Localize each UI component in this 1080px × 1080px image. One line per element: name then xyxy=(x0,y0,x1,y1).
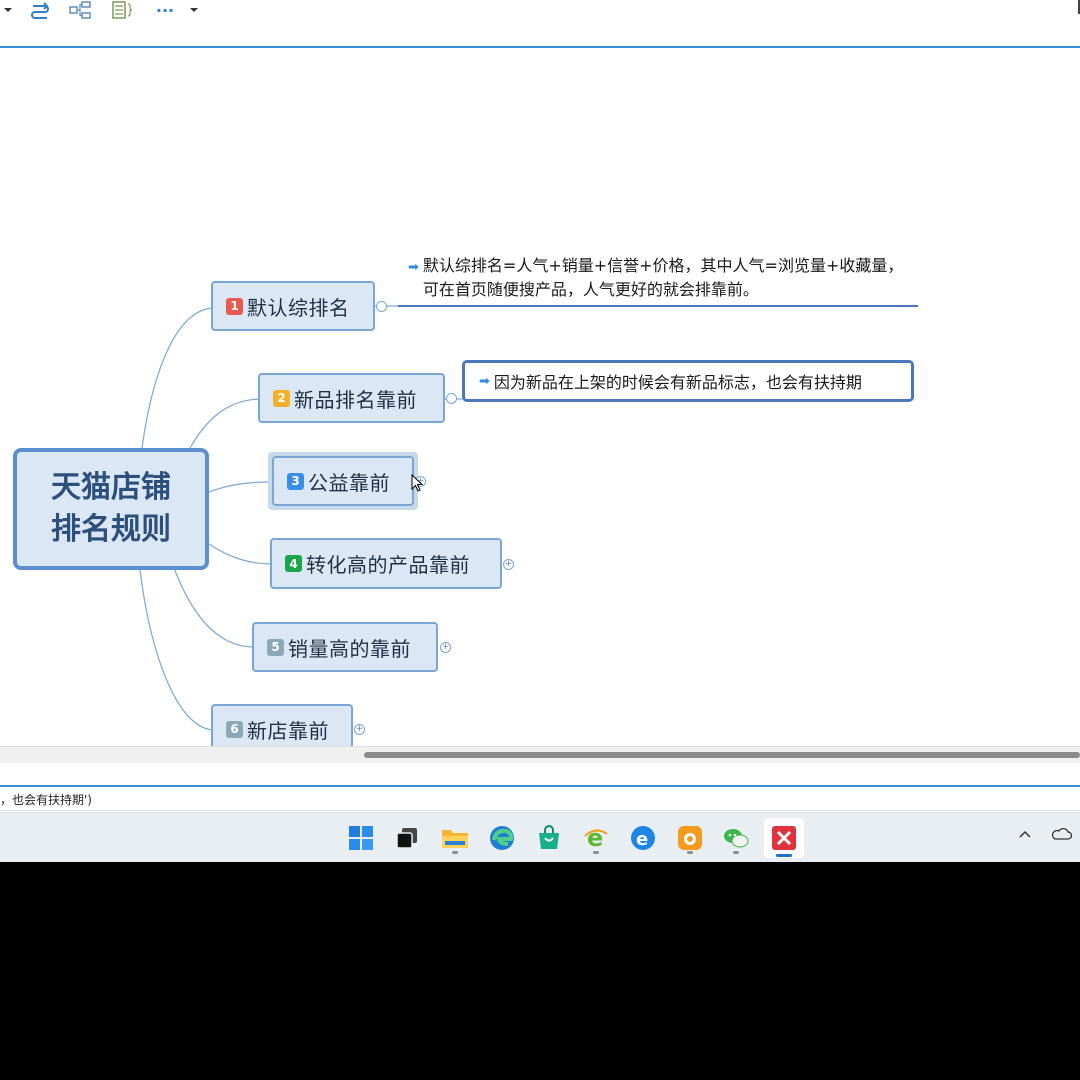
relationship-icon[interactable] xyxy=(28,0,52,20)
priority-2-marker-icon: 2 xyxy=(273,389,290,407)
subtopic-note-1[interactable]: ➡ 默认综排名=人气+销量+信誉+价格，其中人气=浏览量+收藏量，可在首页随便搜… xyxy=(408,254,914,302)
task-view-icon[interactable] xyxy=(390,821,424,855)
svg-text:e: e xyxy=(636,829,648,850)
collapse-toggle-icon[interactable] xyxy=(376,301,387,312)
arrow-right-icon: ➡ xyxy=(408,260,419,275)
collapse-toggle-icon[interactable] xyxy=(446,393,457,404)
ie-blue-icon[interactable]: e xyxy=(626,821,660,855)
branch-topic-5[interactable]: 5 销量高的靠前 xyxy=(252,622,438,672)
outline-icon[interactable] xyxy=(110,0,134,20)
onedrive-icon[interactable] xyxy=(1050,827,1073,845)
panel-strip xyxy=(0,763,1080,787)
active-indicator xyxy=(776,854,792,857)
windows-start-icon[interactable] xyxy=(344,821,378,855)
arrow-right-icon: ➡ xyxy=(479,373,490,389)
svg-text:e: e xyxy=(587,824,603,852)
branch-topic-label: 新店靠前 xyxy=(247,718,329,743)
file-explorer-icon[interactable] xyxy=(438,821,472,855)
branch-topic-2[interactable]: 2 新品排名靠前 xyxy=(258,373,445,423)
dropdown-caret-icon[interactable] xyxy=(2,0,14,20)
structure-icon[interactable] xyxy=(68,0,92,20)
more-icon[interactable]: ··· xyxy=(152,0,178,20)
branch-topic-4[interactable]: 4 转化高的产品靠前 xyxy=(270,538,502,589)
running-indicator xyxy=(452,851,458,854)
screen: ··· 天猫店铺排名规则 1 默认综排名 2 新品排名靠前 3 公益靠前 + 4… xyxy=(0,0,1080,862)
chevron-up-icon[interactable] xyxy=(1018,827,1032,843)
wechat-icon[interactable] xyxy=(719,821,753,855)
ie-green-icon[interactable]: e xyxy=(579,821,613,855)
expand-toggle-icon[interactable]: + xyxy=(354,724,365,735)
branch-topic-label: 转化高的产品靠前 xyxy=(306,553,470,577)
branch-topic-3[interactable]: 3 公益靠前 xyxy=(272,456,414,506)
branch-topic-label: 公益靠前 xyxy=(308,470,390,495)
connector-5 xyxy=(173,567,255,648)
connector-3 xyxy=(208,481,273,493)
expand-toggle-icon[interactable]: + xyxy=(440,642,451,653)
status-bar: ，也会有扶持期') xyxy=(0,789,1080,811)
expand-toggle-icon[interactable]: + xyxy=(503,559,514,570)
central-topic[interactable]: 天猫店铺排名规则 xyxy=(13,448,209,570)
mouse-cursor-icon xyxy=(411,474,424,492)
branch-topic-6[interactable]: 6 新店靠前 xyxy=(211,704,353,746)
branch-topic-label: 新品排名靠前 xyxy=(294,387,417,412)
branch-topic-label: 默认综排名 xyxy=(247,295,350,320)
priority-6-marker-icon: 6 xyxy=(226,720,243,738)
scrollbar-thumb[interactable] xyxy=(364,752,1080,758)
central-topic-title: 天猫店铺排名规则 xyxy=(51,470,171,547)
running-indicator xyxy=(733,851,739,854)
subtopic-note-1-text: 默认综排名=人气+销量+信誉+价格，其中人气=浏览量+收藏量，可在首页随便搜产品… xyxy=(422,256,904,299)
priority-5-marker-icon: 5 xyxy=(267,638,284,656)
mindmap-canvas[interactable]: 天猫店铺排名规则 1 默认综排名 2 新品排名靠前 3 公益靠前 + 4 转化高… xyxy=(0,50,1080,746)
xmind-icon[interactable] xyxy=(764,818,804,858)
connector-4 xyxy=(208,543,273,565)
subtopic-note-2-text: 因为新品在上架的时候会有新品标志，也会有扶持期 xyxy=(493,373,862,392)
horizontal-scrollbar[interactable] xyxy=(0,746,1080,763)
subtopic-note-2[interactable]: ➡ 因为新品在上架的时候会有新品标志，也会有扶持期 xyxy=(462,360,914,402)
running-indicator xyxy=(687,851,693,854)
more-dropdown-caret-icon[interactable] xyxy=(188,0,200,20)
status-text: ，也会有扶持期') xyxy=(0,793,92,807)
connector-6 xyxy=(139,569,213,731)
branch-topic-1[interactable]: 1 默认综排名 xyxy=(211,281,375,331)
priority-1-marker-icon: 1 xyxy=(226,297,243,315)
uc-browser-icon[interactable] xyxy=(673,821,707,855)
priority-4-marker-icon: 4 xyxy=(285,555,302,572)
store-icon[interactable] xyxy=(532,821,566,855)
edge-icon[interactable] xyxy=(485,821,519,855)
connector-2 xyxy=(189,398,261,449)
priority-3-marker-icon: 3 xyxy=(287,472,304,490)
running-indicator xyxy=(593,851,599,854)
connector-1 xyxy=(141,307,213,449)
branch-topic-label: 销量高的靠前 xyxy=(288,636,411,661)
toolbar: ··· xyxy=(0,0,1080,48)
taskbar: e e xyxy=(0,812,1080,862)
